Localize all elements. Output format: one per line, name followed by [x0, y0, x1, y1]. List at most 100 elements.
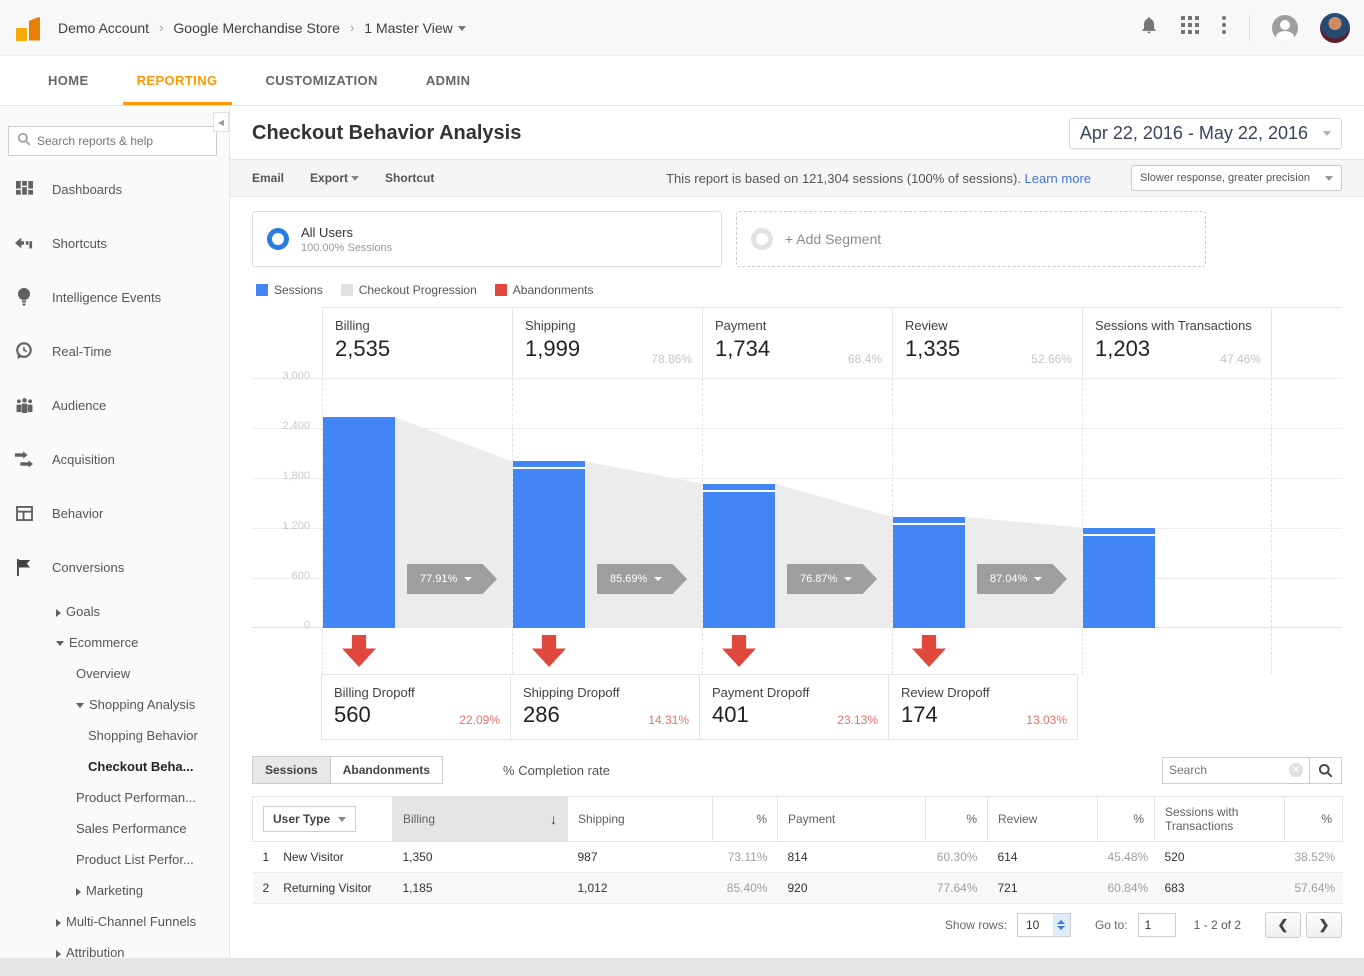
column-header-payment-pct[interactable]: %: [926, 797, 988, 842]
toggle-abandonments[interactable]: Abandonments: [331, 756, 443, 784]
sidebar-collapse-button[interactable]: ◀: [213, 112, 229, 132]
search-submit-button[interactable]: [1310, 757, 1342, 784]
learn-more-link[interactable]: Learn more: [1025, 171, 1091, 186]
progression-badge-review-transactions[interactable]: 87.04%: [977, 564, 1067, 594]
sidebar-item-checkout-behavior[interactable]: Checkout Beha...: [0, 751, 229, 782]
tab-customization[interactable]: CUSTOMIZATION: [242, 56, 402, 105]
progression-badge-payment-review[interactable]: 76.87%: [787, 564, 877, 594]
previous-page-button[interactable]: ❮: [1265, 912, 1301, 938]
tree-label: Shopping Analysis: [89, 697, 195, 712]
dropoff-name: Shipping Dropoff: [523, 685, 687, 700]
sidebar-search[interactable]: [8, 126, 217, 156]
sidebar-item-intelligence-events[interactable]: Intelligence Events: [0, 270, 229, 324]
table-search-input[interactable]: [1169, 763, 1289, 777]
funnel-step-headers: Billing 2,535 Shipping 1,999 78.86% Paym…: [252, 307, 1342, 378]
chevron-down-icon: [844, 577, 852, 581]
breadcrumb-view-selector[interactable]: 1 Master View: [364, 20, 465, 36]
sidebar-item-audience[interactable]: Audience: [0, 378, 229, 432]
sidebar-item-overview[interactable]: Overview: [0, 658, 229, 689]
dropoff-name: Payment Dropoff: [712, 685, 876, 700]
cell-transactions: 520: [1155, 842, 1285, 873]
more-vertical-icon[interactable]: [1221, 15, 1227, 40]
chevron-right-icon: ›: [350, 20, 354, 35]
add-segment-button[interactable]: + Add Segment: [736, 211, 1206, 267]
column-header-shipping[interactable]: Shipping: [568, 797, 713, 842]
progression-badge-shipping-payment[interactable]: 85.69%: [597, 564, 687, 594]
tab-admin[interactable]: ADMIN: [402, 56, 495, 105]
sidebar-item-attribution[interactable]: Attribution: [0, 937, 229, 958]
sessions-bar-billing[interactable]: [323, 417, 395, 628]
sidebar-item-sales-performance[interactable]: Sales Performance: [0, 813, 229, 844]
sidebar-item-ecommerce[interactable]: Ecommerce: [0, 627, 229, 658]
sidebar-item-product-performance[interactable]: Product Performan...: [0, 782, 229, 813]
sidebar-item-conversions[interactable]: Conversions: [0, 540, 229, 594]
clock-bubble-icon: [14, 341, 34, 361]
sidebar-item-shopping-analysis[interactable]: Shopping Analysis: [0, 689, 229, 720]
progression-badge-billing-shipping[interactable]: 77.91%: [407, 564, 497, 594]
email-button[interactable]: Email: [252, 171, 284, 185]
column-header-transactions[interactable]: Sessions with Transactions: [1155, 797, 1285, 842]
add-segment-label: + Add Segment: [785, 231, 881, 247]
chevron-down-icon: [654, 577, 662, 581]
notifications-bell-icon[interactable]: [1139, 15, 1159, 40]
cell-review-pct: 45.48%: [1098, 842, 1155, 873]
sidebar-item-shopping-behavior[interactable]: Shopping Behavior: [0, 720, 229, 751]
segment-all-users[interactable]: All Users 100.00% Sessions: [252, 211, 722, 267]
sessions-bar-shipping[interactable]: [513, 461, 585, 628]
table-search-box[interactable]: ✕: [1162, 757, 1310, 784]
cell-shipping-pct: 85.40%: [713, 873, 778, 904]
column-header-payment[interactable]: Payment: [778, 797, 926, 842]
abandonment-arrow-icon: [342, 635, 376, 667]
toggle-sessions[interactable]: Sessions: [252, 756, 331, 784]
sidebar-item-acquisition[interactable]: Acquisition: [0, 432, 229, 486]
user-type-dropdown[interactable]: User Type: [263, 806, 356, 832]
export-label: Export: [310, 171, 348, 185]
row-label: Returning Visitor: [283, 881, 372, 895]
clear-search-icon[interactable]: ✕: [1289, 763, 1303, 777]
column-header-billing[interactable]: Billing↓: [393, 797, 568, 842]
sidebar-item-behavior[interactable]: Behavior: [0, 486, 229, 540]
search-reports-input[interactable]: [37, 134, 208, 148]
date-range-picker[interactable]: Apr 22, 2016 - May 22, 2016: [1069, 118, 1342, 149]
sampling-precision-dropdown[interactable]: Slower response, greater precision: [1131, 165, 1342, 191]
sidebar-item-label: Real-Time: [52, 344, 111, 359]
sessions-bar-payment[interactable]: [703, 484, 775, 629]
user-avatar[interactable]: [1320, 13, 1350, 43]
sidebar-item-real-time[interactable]: Real-Time: [0, 324, 229, 378]
segments-row: All Users 100.00% Sessions + Add Segment: [230, 197, 1364, 271]
abandonment-arrow-icon: [532, 635, 566, 667]
sidebar-item-multi-channel-funnels[interactable]: Multi-Channel Funnels: [0, 906, 229, 937]
sidebar-item-goals[interactable]: Goals: [0, 596, 229, 627]
column-header-shipping-pct[interactable]: %: [713, 797, 778, 842]
breadcrumb-account[interactable]: Demo Account: [58, 20, 149, 36]
next-page-button[interactable]: ❯: [1306, 912, 1342, 938]
dimension-label: User Type: [273, 812, 330, 826]
tab-reporting[interactable]: REPORTING: [113, 56, 242, 105]
funnel-plot-area: 3,000 2,400 1,800 1,200 600 0 77.91%: [252, 378, 1342, 628]
account-circle-icon[interactable]: [1272, 15, 1298, 41]
sidebar-item-product-list-performance[interactable]: Product List Perfor...: [0, 844, 229, 875]
goto-page-input[interactable]: [1138, 913, 1176, 937]
cell-payment: 814: [778, 842, 926, 873]
shortcut-button[interactable]: Shortcut: [385, 171, 434, 185]
tab-home[interactable]: HOME: [24, 56, 113, 105]
sidebar-item-shortcuts[interactable]: Shortcuts: [0, 216, 229, 270]
step-name: Billing: [335, 318, 500, 333]
apps-grid-icon[interactable]: [1181, 16, 1199, 39]
sessions-bar-review[interactable]: [893, 517, 965, 628]
dropoff-shipping: Shipping Dropoff 286 14.31%: [510, 674, 700, 740]
show-rows-select[interactable]: 10: [1017, 913, 1071, 937]
show-rows-value: 10: [1018, 918, 1053, 932]
sidebar-item-dashboards[interactable]: Dashboards: [0, 162, 229, 216]
app-bar: Demo Account › Google Merchandise Store …: [0, 0, 1364, 56]
completion-rate-option[interactable]: % Completion rate: [503, 763, 610, 778]
tree-label: Overview: [76, 666, 130, 681]
sidebar-item-marketing[interactable]: Marketing: [0, 875, 229, 906]
column-header-review-pct[interactable]: %: [1098, 797, 1155, 842]
breadcrumb-property[interactable]: Google Merchandise Store: [173, 20, 340, 36]
sessions-bar-transactions[interactable]: [1083, 528, 1155, 628]
report-main: Checkout Behavior Analysis Apr 22, 2016 …: [230, 106, 1364, 958]
column-header-review[interactable]: Review: [988, 797, 1098, 842]
export-button[interactable]: Export: [310, 171, 359, 185]
column-header-transactions-pct[interactable]: %: [1285, 797, 1343, 842]
